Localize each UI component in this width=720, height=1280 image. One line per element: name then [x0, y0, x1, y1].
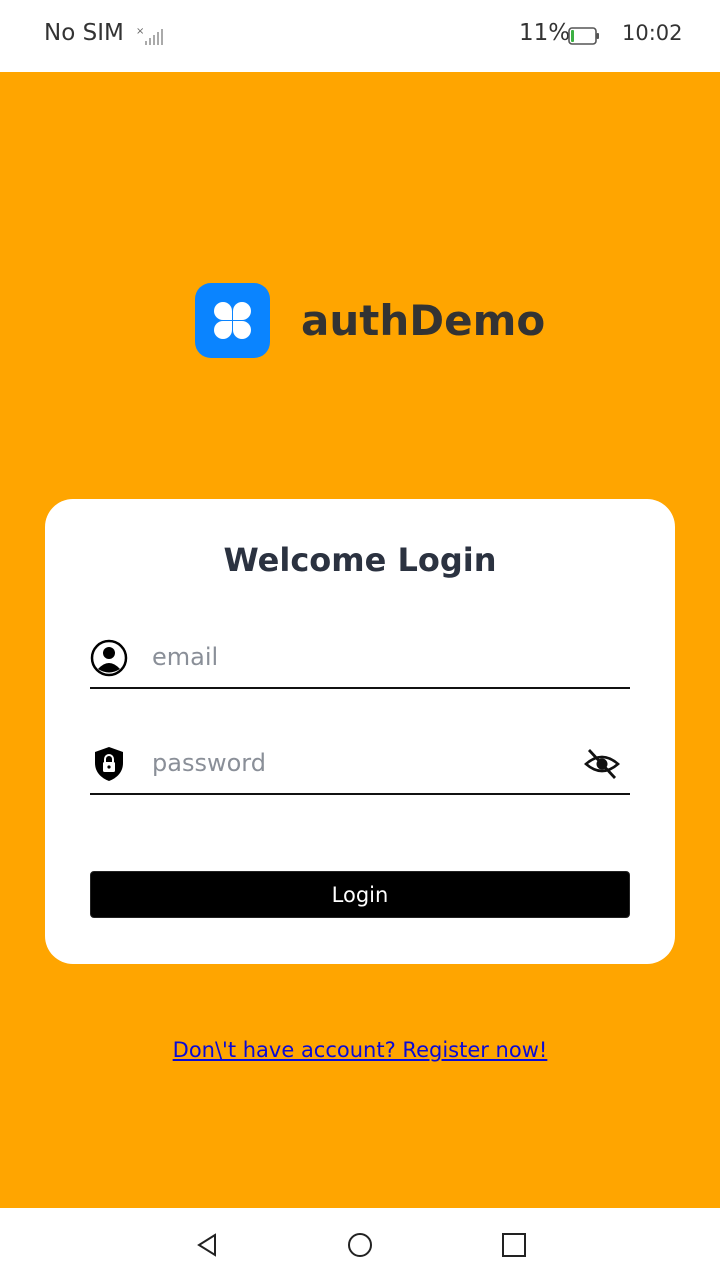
back-triangle-icon[interactable]	[194, 1232, 222, 1258]
shield-lock-icon	[95, 747, 123, 781]
carrier-label: No SIM	[44, 20, 124, 46]
battery-percent: 11%	[519, 20, 571, 46]
home-circle-icon[interactable]	[346, 1232, 374, 1258]
signal-icon: ×	[136, 26, 163, 45]
login-card: Welcome Login Login	[45, 499, 675, 964]
register-link[interactable]: Don\'t have account? Register now!	[173, 1038, 548, 1062]
login-screen: authDemo Welcome Login email Login Don\'…	[0, 72, 720, 1208]
clover-app-icon	[195, 282, 270, 358]
app-name: authDemo	[301, 295, 546, 345]
clock: 10:02	[622, 21, 683, 45]
navigation-bar	[0, 1208, 720, 1280]
app-brand: authDemo	[195, 282, 545, 358]
svg-text:×: ×	[136, 26, 144, 37]
email-input[interactable]	[152, 637, 552, 677]
email-field	[90, 629, 630, 689]
login-button[interactable]: Login	[90, 871, 630, 918]
password-field	[90, 735, 630, 795]
battery-icon	[568, 27, 599, 45]
password-input[interactable]	[152, 743, 552, 783]
login-title: Welcome Login	[223, 541, 497, 579]
recent-square-icon[interactable]	[500, 1232, 528, 1258]
user-circle-icon	[90, 639, 128, 677]
register-link-container: Don\'t have account? Register now!	[0, 1038, 720, 1062]
eye-off-icon[interactable]	[584, 747, 620, 781]
status-bar: No SIM × 11% 10:02	[0, 0, 720, 72]
